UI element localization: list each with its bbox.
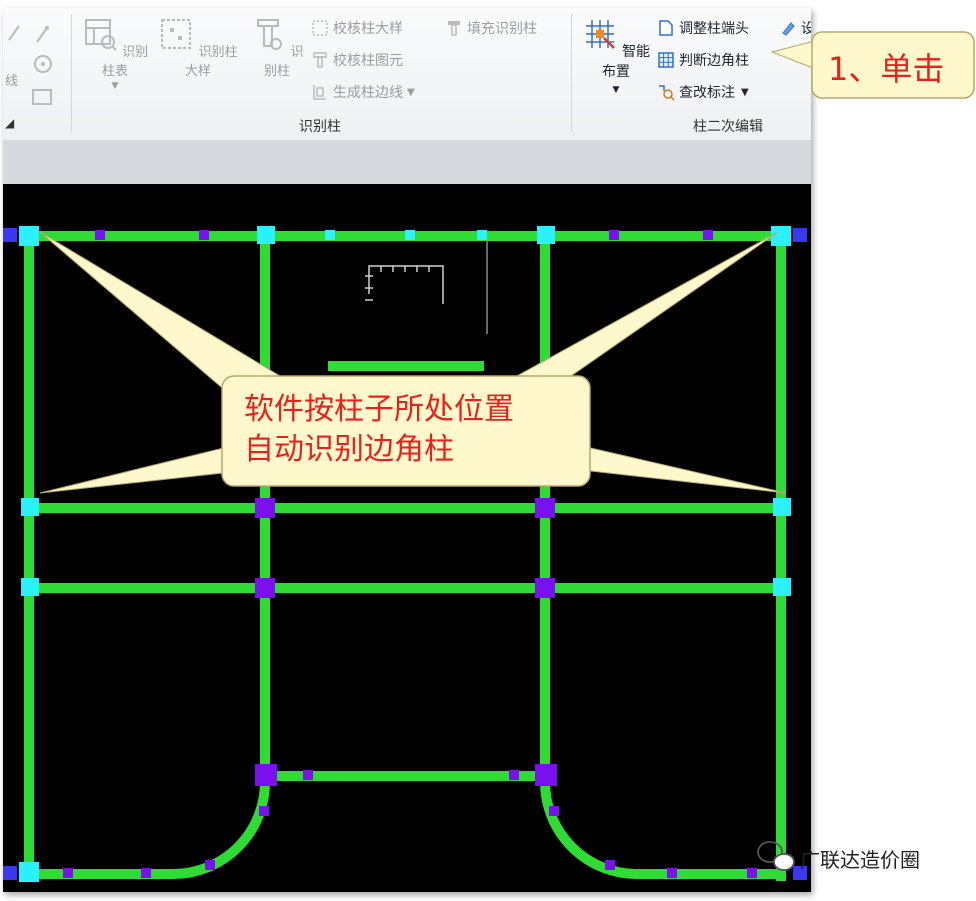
watermark-text: 广联达造价圈 xyxy=(800,848,920,872)
note-line-2: 自动识别边角柱 xyxy=(244,432,454,467)
watermark: 广联达造价圈 xyxy=(800,844,920,873)
pointer-bottom-right xyxy=(581,445,787,494)
step-callout-text: 1、单击 xyxy=(828,50,945,88)
step-pointer xyxy=(770,39,819,71)
pointer-top-right xyxy=(504,231,779,393)
wechat-icon xyxy=(757,841,795,871)
note-line-1: 软件按柱子所处位置 xyxy=(244,392,514,427)
pointer-bottom-left xyxy=(39,441,251,494)
note-callout-text: 软件按柱子所处位置 自动识别边角柱 xyxy=(244,390,584,470)
